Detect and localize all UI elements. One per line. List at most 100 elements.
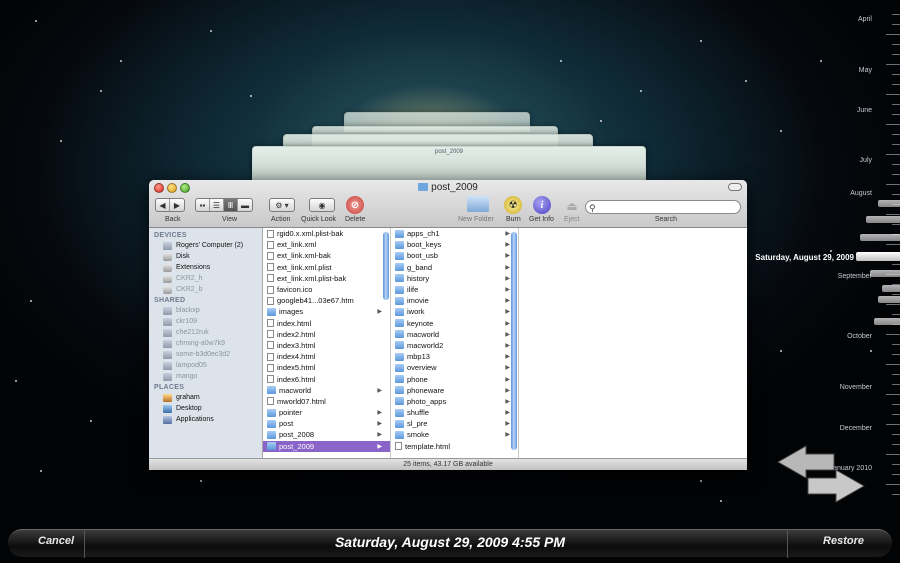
timeline-selected-bar[interactable] — [856, 252, 900, 261]
forward-arrow-icon[interactable]: ▶ — [170, 199, 184, 211]
list-item[interactable]: index5.html — [263, 362, 390, 373]
list-item[interactable]: ext_link.xml — [263, 239, 390, 250]
sidebar-section-header[interactable]: SHARED — [149, 295, 262, 305]
list-item[interactable]: favicon.ico — [263, 284, 390, 295]
back-arrow-icon[interactable]: ◀ — [156, 199, 170, 211]
list-item[interactable]: macworld2 ▶ — [391, 340, 518, 351]
list-item[interactable]: apps_ch1 ▶ — [391, 228, 518, 239]
timeline-month-label[interactable]: July — [860, 157, 872, 164]
list-item[interactable]: index4.html — [263, 351, 390, 362]
timeline-backup-bar[interactable] — [878, 296, 900, 303]
list-view-icon[interactable]: ☰ — [210, 199, 224, 211]
eject-button[interactable]: ⏏ — [563, 197, 581, 215]
eye-icon[interactable]: ◉ — [310, 199, 334, 211]
timeline-backup-bar[interactable] — [866, 216, 900, 223]
coverflow-view-icon[interactable]: ▬ — [238, 199, 252, 211]
ghost-window[interactable]: post_2009 — [252, 146, 646, 182]
list-item[interactable]: overview ▶ — [391, 362, 518, 373]
list-item[interactable]: history ▶ — [391, 273, 518, 284]
list-item[interactable]: index.html — [263, 318, 390, 329]
list-item[interactable]: smoke ▶ — [391, 429, 518, 440]
list-item[interactable]: pointer ▶ — [263, 407, 390, 418]
list-item[interactable]: boot_keys ▶ — [391, 239, 518, 250]
sidebar-item[interactable]: ckr109 — [149, 316, 262, 327]
list-item[interactable]: macworld ▶ — [263, 385, 390, 396]
column-1[interactable]: rgid0.x.xml.plist-bak ext_link.xml ext_lin… — [263, 228, 391, 458]
sidebar-item[interactable]: blackxp — [149, 305, 262, 316]
sidebar-item[interactable]: Applications — [149, 414, 262, 425]
list-item[interactable]: sl_pre ▶ — [391, 418, 518, 429]
list-item[interactable]: boot_usb ▶ — [391, 250, 518, 261]
search-input[interactable]: ⚲ — [585, 200, 741, 214]
sidebar-item[interactable]: Desktop — [149, 403, 262, 414]
sidebar-item[interactable]: chming-a0w7k9 — [149, 338, 262, 349]
sidebar-item[interactable]: Disk — [149, 251, 262, 262]
toolbar-toggle-button[interactable] — [728, 183, 742, 191]
forward-in-time-arrow-icon[interactable] — [807, 469, 866, 503]
column-2[interactable]: apps_ch1 ▶ boot_keys ▶ boot_usb ▶ g_band ▶ histo… — [391, 228, 519, 458]
timeline-month-label[interactable]: December — [840, 425, 872, 432]
timeline-month-label[interactable]: April — [858, 16, 872, 23]
timeline-month-label[interactable]: September — [838, 273, 872, 280]
sidebar-section-header[interactable]: PLACES — [149, 382, 262, 392]
list-item[interactable]: googleb41...03e67.htm — [263, 295, 390, 306]
delete-button[interactable]: ⊘ — [346, 196, 364, 214]
list-item[interactable]: post_2008 ▶ — [263, 429, 390, 440]
list-item[interactable]: index6.html — [263, 373, 390, 384]
burn-button[interactable]: ☢ — [504, 196, 522, 214]
timeline-backup-bar[interactable] — [882, 285, 900, 292]
timeline-backup-bar[interactable] — [874, 318, 900, 325]
list-item[interactable]: shuffle ▶ — [391, 407, 518, 418]
list-item[interactable]: phoneware ▶ — [391, 385, 518, 396]
scrollbar[interactable] — [511, 232, 517, 450]
timeline-month-label[interactable]: May — [859, 67, 872, 74]
list-item[interactable]: mworld07.html — [263, 396, 390, 407]
list-item[interactable]: ilife ▶ — [391, 284, 518, 295]
list-item[interactable]: keynote ▶ — [391, 318, 518, 329]
action-menu[interactable]: ⚙ ▾ — [269, 198, 295, 212]
timeline-backup-bar[interactable] — [878, 200, 900, 207]
timeline-month-label[interactable]: August — [850, 190, 872, 197]
timeline-month-label[interactable]: October — [847, 333, 872, 340]
icon-view-icon[interactable]: ▪▪ — [196, 199, 210, 211]
gear-icon[interactable]: ⚙ ▾ — [270, 199, 294, 211]
timeline-month-label[interactable]: June — [857, 107, 872, 114]
sidebar-item[interactable]: CKR2_h — [149, 273, 262, 284]
finder-window[interactable]: post_2009 ◀ ▶ Back ▪▪ ☰ Ⅲ ▬ View ⚙ ▾ Act… — [149, 180, 747, 470]
list-item[interactable]: phone ▶ — [391, 373, 518, 384]
scrollbar[interactable] — [383, 232, 389, 300]
list-item[interactable]: photo_apps ▶ — [391, 396, 518, 407]
list-item[interactable]: ext_link.xml.plist — [263, 262, 390, 273]
list-item[interactable]: post ▶ — [263, 418, 390, 429]
quicklook-button[interactable]: ◉ — [309, 198, 335, 212]
list-item[interactable]: ext_link.xml-bak — [263, 250, 390, 261]
list-item[interactable]: index2.html — [263, 329, 390, 340]
column-view-icon[interactable]: Ⅲ — [224, 199, 238, 211]
list-item[interactable]: mbp13 ▶ — [391, 351, 518, 362]
sidebar-item[interactable]: che212ruk — [149, 327, 262, 338]
sidebar-item[interactable]: Extensions — [149, 262, 262, 273]
sidebar-item[interactable]: graham — [149, 392, 262, 403]
list-item[interactable]: imovie ▶ — [391, 295, 518, 306]
column-3[interactable] — [519, 228, 747, 458]
timeline-backup-bar[interactable] — [870, 270, 900, 277]
list-item[interactable]: template.html — [391, 441, 518, 452]
getinfo-button[interactable]: i — [533, 196, 551, 214]
restore-button[interactable]: Restore — [823, 535, 864, 547]
sidebar-item[interactable]: Rogers' Computer (2) — [149, 240, 262, 251]
timeline-backup-bar[interactable] — [860, 234, 900, 241]
title-bar[interactable]: post_2009 — [149, 180, 747, 196]
sidebar-item[interactable]: mango — [149, 371, 262, 382]
sidebar-item[interactable]: some-b3d0ec3d2 — [149, 349, 262, 360]
sidebar-item[interactable]: lampod05 — [149, 360, 262, 371]
list-item[interactable]: g_band ▶ — [391, 262, 518, 273]
sidebar-item[interactable]: CKR2_b — [149, 284, 262, 295]
newfolder-button[interactable] — [467, 196, 489, 212]
list-item[interactable]: post_2009 ▶ — [263, 440, 390, 452]
list-item[interactable]: iwork ▶ — [391, 306, 518, 317]
list-item[interactable]: index3.html — [263, 340, 390, 351]
list-item[interactable]: rgid0.x.xml.plist-bak — [263, 228, 390, 239]
back-in-time-arrow-icon[interactable] — [776, 445, 835, 479]
list-item[interactable]: images ▶ — [263, 306, 390, 317]
list-item[interactable]: macworld ▶ — [391, 329, 518, 340]
